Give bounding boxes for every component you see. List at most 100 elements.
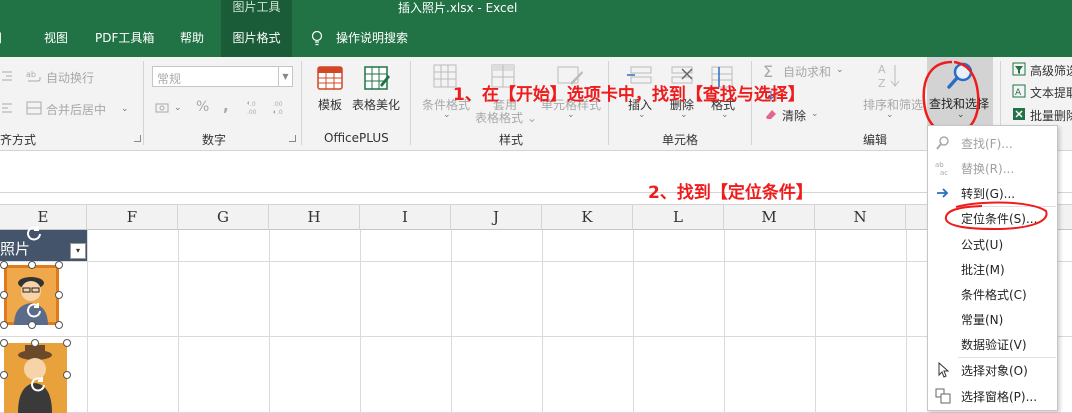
percent-button[interactable]: % — [196, 99, 209, 115]
column-header[interactable]: K — [542, 205, 633, 230]
advanced-filter-button[interactable]: 高级筛选 — [1030, 62, 1072, 79]
svg-text:.0: .0 — [250, 101, 256, 108]
wrap-text-button[interactable]: 自动换行 — [46, 69, 94, 86]
chevron-down-icon[interactable]: ⌄ — [443, 110, 451, 120]
column-header[interactable]: I — [360, 205, 451, 230]
header-cell-text: 照片 — [0, 240, 31, 258]
chevron-down-icon[interactable]: ⌄ — [836, 65, 844, 75]
find-select-menu: 查找(F)... ab ac 替换(R)... 转到(G)... 定位条件(S).… — [927, 125, 1058, 411]
worksheet-grid[interactable]: 照片 ▾ — [0, 230, 1072, 413]
chevron-down-icon[interactable]: ⌄ — [121, 104, 129, 114]
resize-handle[interactable] — [31, 339, 39, 347]
column-header[interactable]: L — [633, 205, 724, 230]
menu-item-selection-pane[interactable]: 选择窗格(P)... — [928, 384, 1057, 408]
resize-handle[interactable] — [55, 321, 63, 329]
resize-handle[interactable] — [0, 261, 8, 269]
table-beautify-button[interactable]: 表格美化 — [352, 96, 400, 113]
svg-text:.0: .0 — [277, 109, 283, 116]
cells-group-label: 单元格 — [662, 133, 699, 147]
column-header[interactable]: J — [451, 205, 542, 230]
batch-delete-button[interactable]: 批量删除 — [1030, 107, 1072, 124]
resize-handle[interactable] — [0, 371, 8, 379]
outdent-icon[interactable] — [0, 101, 14, 115]
resize-handle[interactable] — [63, 339, 71, 347]
column-header[interactable]: N — [815, 205, 906, 230]
column-header[interactable]: G — [178, 205, 269, 230]
chevron-down-icon[interactable]: ⌄ — [886, 110, 894, 120]
number-group-label: 数字 — [202, 133, 227, 147]
formula-bar-area — [0, 151, 1072, 193]
rotate-handle-icon[interactable] — [26, 302, 42, 318]
rotate-handle-icon[interactable] — [26, 225, 42, 241]
decrease-decimal-icon[interactable]: .00.0 — [272, 99, 290, 117]
tab-picture-format[interactable]: 图片格式 — [221, 20, 292, 57]
increase-decimal-icon[interactable]: .0.00 — [246, 99, 264, 117]
menu-item-goto[interactable]: 转到(G)... — [928, 181, 1057, 205]
resize-handle[interactable] — [0, 291, 8, 299]
filter-dropdown-button[interactable]: ▾ — [70, 243, 86, 259]
number-format-select[interactable]: 常规 ▼ — [152, 66, 293, 87]
svg-text:A: A — [1015, 88, 1022, 98]
column-header[interactable]: F — [87, 205, 178, 230]
chevron-down-icon[interactable]: ⌄ — [174, 103, 182, 113]
officeplus-group-label: OfficePLUS — [324, 131, 389, 145]
menu-item-select-objects[interactable]: 选择对象(O) — [928, 358, 1057, 382]
grid-line — [542, 230, 543, 413]
menu-item-replace[interactable]: ab ac 替换(R)... — [928, 156, 1057, 180]
tab-pdf-toolbox[interactable]: PDF工具箱 — [95, 20, 154, 57]
chevron-down-icon[interactable]: ⌄ — [721, 110, 729, 120]
menu-item-conditional-format[interactable]: 条件格式(C) — [928, 282, 1057, 306]
column-header[interactable]: H — [269, 205, 360, 230]
menu-item-find[interactable]: 查找(F)... — [928, 131, 1057, 155]
sort-filter-icon: AZ — [878, 63, 900, 90]
alignment-launcher-icon[interactable] — [134, 135, 141, 142]
resize-handle[interactable] — [28, 321, 36, 329]
tab-review[interactable]: 阅 — [0, 20, 2, 57]
number-format-value: 常规 — [157, 72, 182, 86]
indent-icon[interactable] — [0, 69, 14, 83]
chevron-down-icon[interactable]: ⌄ — [680, 110, 688, 120]
chevron-down-icon[interactable]: ⌄ — [638, 110, 646, 120]
autosum-button[interactable]: 自动求和 — [783, 63, 831, 80]
menu-item-formulas[interactable]: 公式(U) — [928, 232, 1057, 256]
menu-item-notes[interactable]: 批注(M) — [928, 257, 1057, 281]
chevron-down-icon[interactable]: ⌄ — [567, 110, 575, 120]
resize-handle[interactable] — [55, 291, 63, 299]
table-format-button-line2[interactable]: 表格格式 ⌄ — [475, 109, 537, 126]
merge-center-button[interactable]: 合并后居中 — [46, 101, 106, 118]
resize-handle[interactable] — [0, 321, 8, 329]
resize-handle[interactable] — [63, 371, 71, 379]
comma-button[interactable]: , — [223, 97, 229, 115]
resize-handle[interactable] — [28, 261, 36, 269]
menu-item-goto-special[interactable]: 定位条件(S)... — [928, 206, 1057, 230]
grid-line — [269, 230, 270, 413]
find-select-button[interactable]: 查找和选择 ⌄ — [927, 57, 993, 125]
chevron-down-icon[interactable]: ▼ — [278, 67, 292, 86]
grid-line — [87, 230, 88, 413]
grid-line — [633, 230, 634, 413]
rotate-handle-icon[interactable] — [30, 376, 46, 392]
menu-item-data-validation[interactable]: 数据验证(V) — [928, 332, 1057, 356]
tab-view[interactable]: 视图 — [44, 20, 68, 57]
tell-me-search[interactable]: 操作说明搜索 — [336, 20, 408, 57]
number-launcher-icon[interactable] — [289, 135, 296, 142]
cursor-icon — [938, 362, 950, 378]
svg-text:.00: .00 — [247, 109, 257, 116]
currency-icon[interactable] — [155, 100, 171, 116]
text-extract-button[interactable]: 文本提取 — [1030, 84, 1072, 101]
resize-handle[interactable] — [0, 339, 8, 347]
svg-text:ac: ac — [940, 169, 948, 176]
chevron-down-icon[interactable]: ⌄ — [811, 109, 819, 119]
column-header[interactable]: E — [0, 205, 87, 230]
column-header[interactable]: M — [724, 205, 815, 230]
menu-item-constants[interactable]: 常量(N) — [928, 307, 1057, 331]
resize-handle[interactable] — [55, 261, 63, 269]
sigma-icon: Σ — [763, 62, 774, 81]
lightbulb-icon — [311, 31, 323, 46]
tab-help[interactable]: 帮助 — [180, 20, 204, 57]
document-title: 插入照片.xlsx - Excel — [398, 1, 518, 15]
template-button[interactable]: 模板 — [318, 96, 342, 113]
table-header-cell[interactable]: 照片 ▾ — [0, 230, 87, 261]
eraser-icon — [766, 110, 776, 119]
clear-button[interactable]: 清除 — [782, 107, 806, 124]
